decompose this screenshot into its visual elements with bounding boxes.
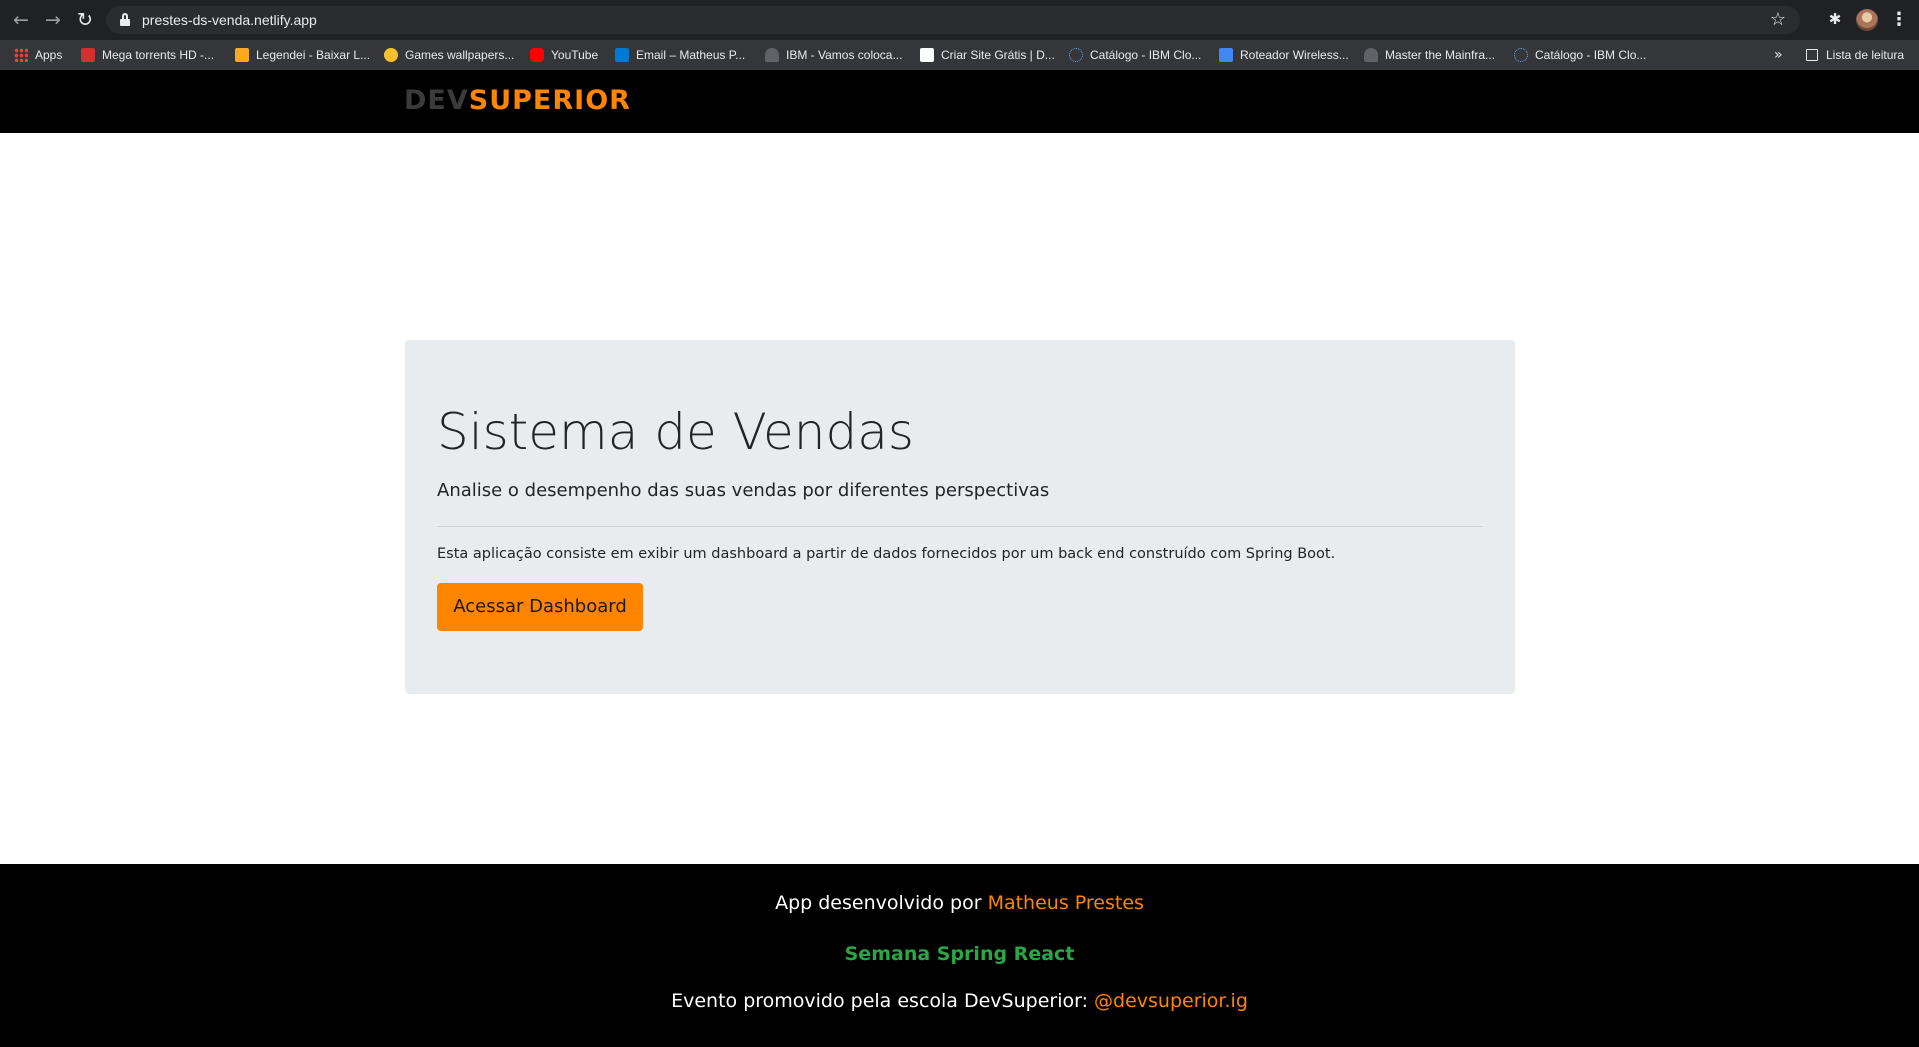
ibm-cloud-favicon-icon	[1069, 48, 1083, 62]
bookmark-label: Catálogo - IBM Clo...	[1090, 48, 1202, 62]
wix-favicon-icon	[920, 48, 934, 62]
bookmark-label: YouTube	[551, 48, 599, 62]
reload-icon[interactable]: ↻	[72, 8, 98, 32]
devsuperior-logo[interactable]: DEVSUPERIOR	[404, 84, 631, 118]
profile-avatar[interactable]	[1856, 9, 1878, 31]
extensions-puzzle-icon[interactable]: ✱	[1826, 10, 1844, 28]
site-footer: App desenvolvido por Matheus Prestes Sem…	[0, 864, 1919, 1047]
bookmark-item[interactable]: Catálogo - IBM Clo...	[1514, 40, 1646, 70]
bookmark-apps[interactable]: Apps	[14, 40, 62, 70]
bookmark-label: Master the Mainfra...	[1385, 48, 1496, 62]
divider	[437, 526, 1483, 527]
bookmark-label: Catálogo - IBM Clo...	[1535, 48, 1647, 62]
bookmark-item[interactable]: YouTube	[530, 40, 598, 70]
bookmark-label: Games wallpapers...	[405, 48, 515, 62]
bookmark-label: Criar Site Grátis | D...	[941, 48, 1055, 62]
access-dashboard-button[interactable]: Acessar Dashboard	[437, 583, 643, 631]
address-bar[interactable]: prestes-ds-venda.netlify.app ☆	[106, 6, 1800, 34]
bookmark-label: Email – Matheus P...	[636, 48, 746, 62]
bookmark-item[interactable]: Email – Matheus P...	[615, 40, 745, 70]
outlook-favicon-icon	[615, 48, 629, 62]
lock-icon[interactable]	[120, 13, 130, 26]
ibm-favicon-icon	[765, 48, 779, 62]
bookmark-item[interactable]: Criar Site Grátis | D...	[920, 40, 1055, 70]
lead-text: Analise o desempenho das suas vendas por…	[437, 480, 1050, 501]
footer-credit-prefix: App desenvolvido por	[775, 892, 988, 914]
legendei-favicon-icon	[235, 48, 249, 62]
reading-list-button[interactable]: Lista de leitura	[1806, 40, 1904, 70]
ibm-cloud-favicon-icon	[1514, 48, 1528, 62]
description-text: Esta aplicação consiste em exibir um das…	[437, 546, 1336, 562]
bookmark-item[interactable]: Legendei - Baixar L...	[235, 40, 370, 70]
browser-toolbar: ← → ↻ prestes-ds-venda.netlify.app ☆ ✱ ⋮	[0, 0, 1919, 40]
bookmark-item[interactable]: Mega torrents HD -...	[81, 40, 214, 70]
back-arrow-icon[interactable]: ←	[8, 8, 34, 32]
footer-promo-prefix: Evento promovido pela escola DevSuperior…	[671, 990, 1095, 1012]
bookmarks-bar: Apps Mega torrents HD -... Legendei - Ba…	[0, 40, 1919, 70]
bookmark-label: Roteador Wireless...	[1240, 48, 1349, 62]
ibm-favicon-icon	[1364, 48, 1378, 62]
bookmark-label: IBM - Vamos coloca...	[786, 48, 903, 62]
footer-promo: Evento promovido pela escola DevSuperior…	[0, 988, 1919, 1014]
bookmark-label: Apps	[35, 48, 63, 62]
url-text[interactable]: prestes-ds-venda.netlify.app	[142, 6, 317, 34]
event-name: Semana Spring React	[844, 943, 1075, 965]
hd-favicon-icon	[81, 48, 95, 62]
reading-list-icon	[1806, 49, 1818, 61]
reading-list-label: Lista de leitura	[1826, 48, 1905, 62]
author-link[interactable]: Matheus Prestes	[988, 892, 1144, 914]
wallpapers-favicon-icon	[384, 48, 398, 62]
logo-superior-text: SUPERIOR	[468, 85, 631, 116]
footer-credit: App desenvolvido por Matheus Prestes	[0, 890, 1919, 916]
bookmark-item[interactable]: Catálogo - IBM Clo...	[1069, 40, 1201, 70]
site-header: DEVSUPERIOR	[0, 70, 1919, 133]
bookmark-item[interactable]: Master the Mainfra...	[1364, 40, 1495, 70]
more-bookmarks-chevron-icon[interactable]: »	[1774, 40, 1783, 70]
forward-arrow-icon[interactable]: →	[40, 8, 66, 32]
page-title: Sistema de Vendas	[437, 403, 914, 461]
bookmark-label: Legendei - Baixar L...	[256, 48, 371, 62]
youtube-favicon-icon	[530, 48, 544, 62]
bookmark-label: Mega torrents HD -...	[102, 48, 215, 62]
router-favicon-icon	[1219, 48, 1233, 62]
apps-grid-icon	[14, 48, 28, 62]
instagram-link[interactable]: @devsuperior.ig	[1094, 990, 1248, 1012]
jumbotron: Sistema de Vendas Analise o desempenho d…	[405, 340, 1515, 694]
browser-menu-icon[interactable]: ⋮	[1890, 8, 1908, 32]
bookmark-item[interactable]: Games wallpapers...	[384, 40, 514, 70]
bookmark-star-icon[interactable]: ☆	[1770, 8, 1786, 32]
bookmark-item[interactable]: Roteador Wireless...	[1219, 40, 1349, 70]
logo-dev-text: DEV	[404, 85, 469, 116]
bookmark-item[interactable]: IBM - Vamos coloca...	[765, 40, 902, 70]
